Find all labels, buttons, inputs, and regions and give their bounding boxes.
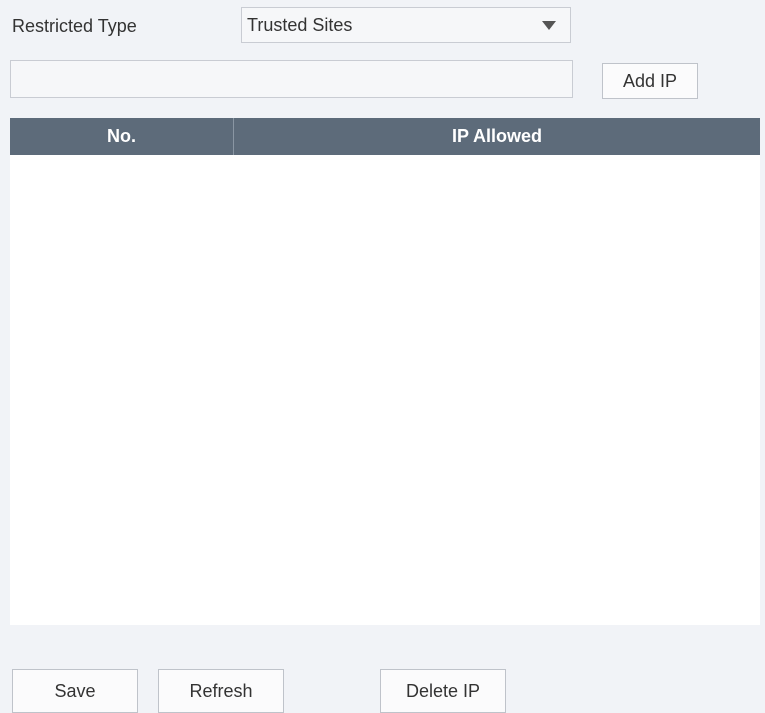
add-ip-button[interactable]: Add IP bbox=[602, 63, 698, 99]
table-body bbox=[10, 155, 760, 625]
restricted-type-label: Restricted Type bbox=[12, 16, 137, 36]
delete-ip-button[interactable]: Delete IP bbox=[380, 669, 506, 713]
restricted-type-select[interactable]: Trusted Sites bbox=[241, 7, 571, 43]
ip-table: No. IP Allowed bbox=[10, 118, 760, 625]
refresh-button[interactable]: Refresh bbox=[158, 669, 284, 713]
chevron-down-icon bbox=[542, 20, 556, 30]
save-button[interactable]: Save bbox=[12, 669, 138, 713]
table-header: No. IP Allowed bbox=[10, 118, 760, 155]
ip-address-input[interactable] bbox=[10, 60, 573, 98]
column-header-no[interactable]: No. bbox=[10, 118, 234, 155]
column-header-ip-allowed[interactable]: IP Allowed bbox=[234, 118, 760, 155]
restricted-type-value: Trusted Sites bbox=[247, 14, 353, 35]
